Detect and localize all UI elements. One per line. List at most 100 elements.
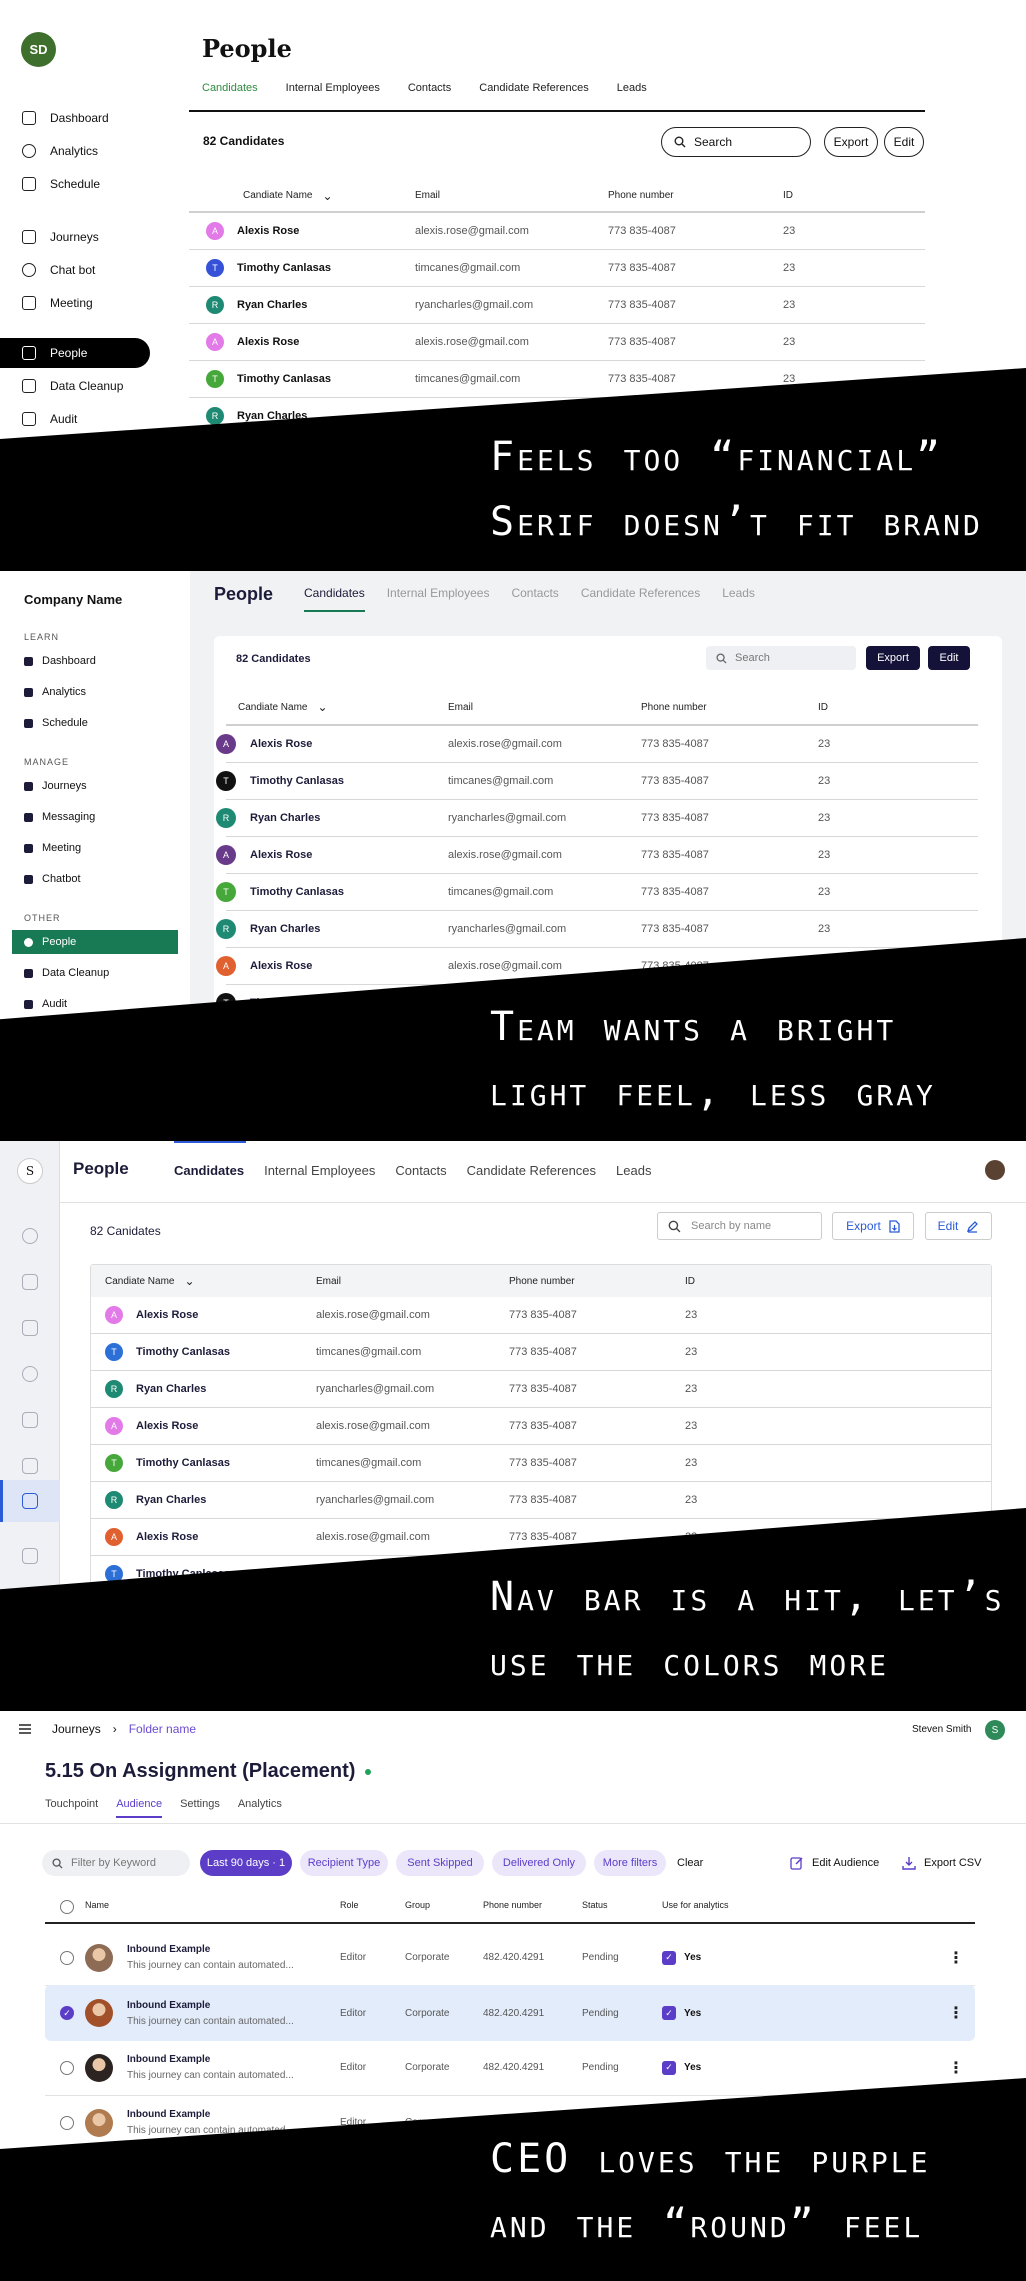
edit-button[interactable]: Edit: [928, 646, 970, 670]
calendar-icon[interactable]: [22, 1274, 38, 1290]
search-input[interactable]: Search by name: [657, 1212, 822, 1240]
analytics-checkbox[interactable]: ✓: [662, 2006, 676, 2020]
row-checkbox[interactable]: ✓: [60, 2006, 74, 2020]
table-row[interactable]: T Timothy Canlasas timcanes@gmail.com 773 8…: [216, 763, 978, 800]
candidate-name[interactable]: Alexis Rose: [136, 1531, 198, 1543]
sidebar-item-data-cleanup[interactable]: Data Cleanup: [22, 376, 123, 396]
table-row[interactable]: A Alexis Rose alexis.rose@gmail.com 773 835…: [91, 1297, 991, 1334]
tab-candidate-references[interactable]: Candidate References: [581, 586, 700, 612]
candidate-name[interactable]: Ryan Charles: [250, 812, 320, 824]
candidate-name[interactable]: Alexis Rose: [136, 1309, 198, 1321]
table-row[interactable]: A Alexis Rose alexis.rose@gmail.com 773 835…: [216, 726, 978, 763]
edit-audience-button[interactable]: Edit Audience: [790, 1856, 879, 1870]
candidate-name[interactable]: Timothy Canlasas: [250, 886, 344, 898]
breadcrumb-folder[interactable]: Folder name: [129, 1722, 196, 1736]
user-avatar[interactable]: S: [985, 1720, 1005, 1740]
table-row[interactable]: R Ryan Charles ryancharles@gmail.com 773 83…: [189, 287, 925, 324]
user-avatar[interactable]: [985, 1160, 1005, 1180]
select-all-checkbox[interactable]: [60, 1900, 74, 1914]
table-row[interactable]: T Timothy Canlasas timcanes@gmail.com 773 8…: [216, 874, 978, 911]
edit-button[interactable]: Edit: [925, 1212, 992, 1240]
candidate-name[interactable]: Alexis Rose: [250, 849, 312, 861]
table-row[interactable]: R Ryan Charles ryancharles@gmail.com 773 83…: [91, 1371, 991, 1408]
tab-candidates[interactable]: Candidates: [174, 1163, 244, 1178]
export-csv-button[interactable]: Export CSV: [902, 1856, 981, 1870]
chevron-down-icon[interactable]: ⌄: [322, 189, 332, 203]
chevron-down-icon[interactable]: ⌄: [317, 700, 327, 714]
analytics-checkbox[interactable]: ✓: [662, 2060, 676, 2075]
table-row[interactable]: A Alexis Rose alexis.rose@gmail.com 773 835…: [189, 213, 925, 250]
tab-internal-employees[interactable]: Internal Employees: [264, 1163, 375, 1178]
tab-audience[interactable]: Audience: [116, 1798, 163, 1818]
table-row[interactable]: Inbound Example This journey can contain …: [45, 1930, 975, 1986]
sidebar-item-meeting[interactable]: Meeting: [24, 839, 81, 857]
tab-leads[interactable]: Leads: [617, 82, 647, 94]
candidate-name[interactable]: Timothy Canlasas: [136, 1346, 230, 1358]
tab-contacts[interactable]: Contacts: [511, 586, 558, 612]
candidate-name[interactable]: Alexis Rose: [237, 336, 299, 348]
table-row[interactable]: R Ryan Charles ryancharles@gmail.com 773 83…: [216, 800, 978, 837]
sidebar-item-schedule[interactable]: Schedule: [24, 714, 88, 732]
table-row[interactable]: A Alexis Rose alexis.rose@gmail.com 773 835…: [189, 324, 925, 361]
filter-chip[interactable]: Delivered Only: [492, 1850, 586, 1876]
candidate-name[interactable]: Ryan Charles: [237, 299, 307, 311]
row-checkbox[interactable]: [60, 2060, 74, 2075]
tab-analytics[interactable]: Analytics: [238, 1798, 282, 1818]
breadcrumb-journeys[interactable]: Journeys: [52, 1722, 101, 1736]
sidebar-item-chatbot[interactable]: Chatbot: [24, 870, 81, 888]
sidebar-item-messaging[interactable]: Messaging: [24, 808, 95, 826]
tab-candidates[interactable]: Candidates: [304, 586, 365, 612]
chevron-down-icon[interactable]: ⌄: [184, 1274, 194, 1288]
tab-contacts[interactable]: Contacts: [395, 1163, 446, 1178]
sidebar-item-journeys[interactable]: Journeys: [22, 227, 99, 247]
row-checkbox[interactable]: [60, 2115, 74, 2130]
table-row[interactable]: A Alexis Rose alexis.rose@gmail.com 773 835…: [216, 837, 978, 874]
candidate-name[interactable]: Ryan Charles: [136, 1494, 206, 1506]
brand-logo[interactable]: S: [17, 1158, 43, 1184]
tab-settings[interactable]: Settings: [180, 1798, 220, 1818]
tab-contacts[interactable]: Contacts: [408, 82, 451, 94]
row-name[interactable]: Inbound Example: [127, 1944, 210, 1955]
filter-chip[interactable]: Last 90 days · 1: [200, 1850, 292, 1876]
analytics-icon[interactable]: [22, 1228, 38, 1244]
table-row[interactable]: R Ryan Charles ryancharles@gmail.com 773 83…: [91, 1482, 991, 1519]
column-header[interactable]: Candiate Name: [105, 1276, 174, 1287]
keyword-filter-input[interactable]: Filter by Keyword: [42, 1850, 190, 1876]
table-row[interactable]: T Timothy Canlasas timcanes@gmail.com 773 8…: [91, 1334, 991, 1371]
column-header[interactable]: Candiate Name: [243, 190, 312, 201]
row-name[interactable]: Inbound Example: [127, 2109, 210, 2120]
people-icon[interactable]: [22, 1493, 38, 1509]
tab-candidate-references[interactable]: Candidate References: [467, 1163, 596, 1178]
meeting-icon[interactable]: [22, 1458, 38, 1474]
export-button[interactable]: Export: [866, 646, 920, 670]
table-row[interactable]: Inbound Example This journey can contain …: [45, 2040, 975, 2096]
tab-touchpoint[interactable]: Touchpoint: [45, 1798, 98, 1818]
filter-chip[interactable]: More filters: [594, 1850, 666, 1876]
sidebar-item-dashboard[interactable]: Dashboard: [22, 108, 109, 128]
candidate-name[interactable]: Timothy Canlasas: [237, 373, 331, 385]
candidate-name[interactable]: Timothy Canlasas: [136, 1457, 230, 1469]
search-input[interactable]: Search: [661, 127, 811, 157]
sidebar-item-analytics[interactable]: Analytics: [22, 141, 98, 161]
candidate-name[interactable]: Timothy Canlasas: [250, 775, 344, 787]
candidate-name[interactable]: Ryan Charles: [250, 923, 320, 935]
chat-icon[interactable]: [22, 1366, 38, 1382]
table-row[interactable]: T Timothy Canlasas timcanes@gmail.com 773 8…: [91, 1445, 991, 1482]
candidate-name[interactable]: Alexis Rose: [250, 960, 312, 972]
tab-leads[interactable]: Leads: [722, 586, 755, 612]
sidebar-item-journeys[interactable]: Journeys: [24, 777, 87, 795]
tab-internal-employees[interactable]: Internal Employees: [387, 586, 490, 612]
tab-candidates[interactable]: Candidates: [202, 82, 258, 94]
candidate-name[interactable]: Timothy Canlasas: [237, 262, 331, 274]
sidebar-item-people[interactable]: People: [12, 930, 178, 954]
menu-icon[interactable]: [18, 1723, 32, 1735]
export-button[interactable]: Export: [832, 1212, 914, 1240]
table-row[interactable]: A Alexis Rose alexis.rose@gmail.com 773 835…: [91, 1408, 991, 1445]
candidate-name[interactable]: Alexis Rose: [136, 1420, 198, 1432]
tab-leads[interactable]: Leads: [616, 1163, 651, 1178]
row-name[interactable]: Inbound Example: [127, 2000, 210, 2011]
column-header[interactable]: Candiate Name: [238, 702, 307, 713]
filter-chip[interactable]: Sent Skipped: [396, 1850, 484, 1876]
link-icon[interactable]: [22, 1320, 38, 1336]
sidebar-item-schedule[interactable]: Schedule: [22, 174, 100, 194]
